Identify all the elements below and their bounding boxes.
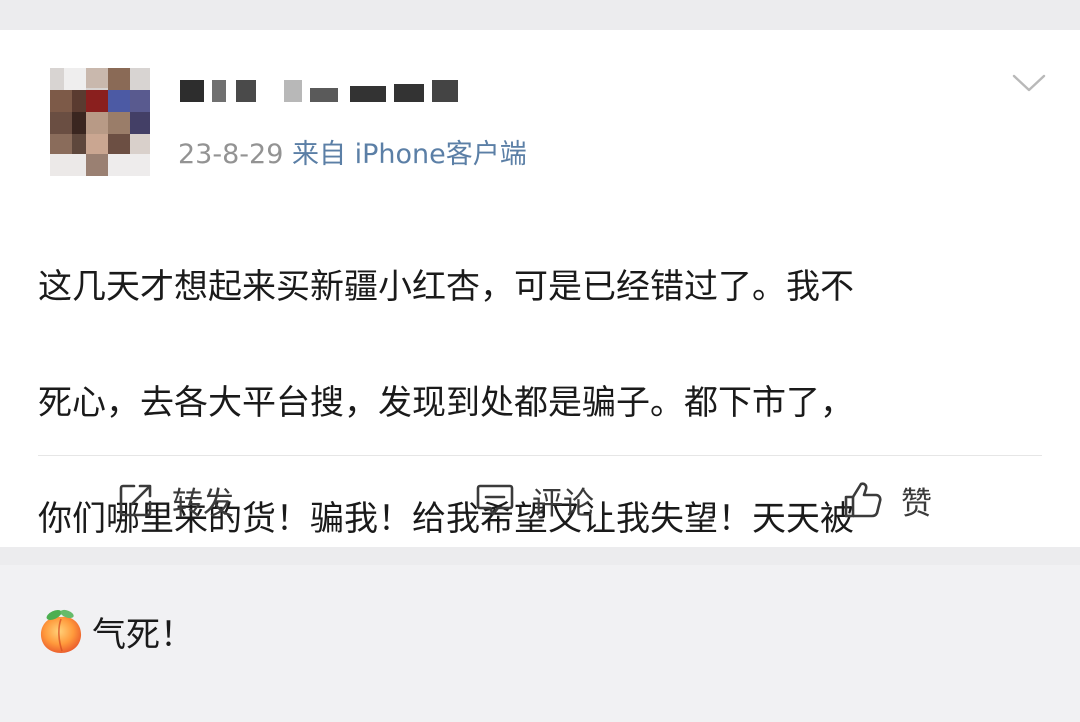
post-meta: 23-8-29 来自 iPhone客户端 [178,132,527,171]
username-blurred[interactable] [180,80,460,104]
post-date: 23-8-29 [178,139,284,170]
blur-block [284,80,302,102]
repost-label: 转发 [172,485,234,522]
blur-block [394,84,424,102]
comment-button[interactable]: 评论 [476,470,594,530]
post-source[interactable]: 来自 iPhone客户端 [292,139,527,170]
repost-icon [119,484,152,517]
blur-block [432,80,458,102]
divider [38,455,1042,456]
content-line-with-emoji: 气死！ [38,606,1048,664]
post-content: 这几天才想起来买新疆小红杏，可是已经错过了。我不 死心，去各大平台搜，发现到处都… [38,200,1048,722]
like-label: 赞 [901,485,932,522]
thumbs-up-icon [844,482,882,518]
peach-emoji-icon [40,609,82,653]
avatar[interactable] [50,68,150,176]
repost-button[interactable]: 转发 [118,470,234,530]
top-strip [0,0,1080,30]
blur-block [310,88,338,102]
blur-block [350,86,386,102]
blur-block [180,80,204,102]
content-line: 这几天才想起来买新疆小红杏，可是已经错过了。我不 [38,267,854,307]
blur-block [212,80,226,102]
like-button[interactable]: 赞 [843,470,932,530]
bottom-strip [0,547,1080,565]
comment-label: 评论 [532,485,594,522]
action-bar: 转发 评论 赞 [0,470,1080,530]
chevron-down-icon[interactable] [1012,72,1046,94]
content-line: 死心，去各大平台搜，发现到处都是骗子。都下市了， [38,383,854,423]
content-line-tail: 气死！ [92,615,194,655]
comment-icon [476,484,514,516]
blur-block [236,80,256,102]
weibo-post-card: 23-8-29 来自 iPhone客户端 这几天才想起来买新疆小红杏，可是已经错… [0,30,1080,655]
